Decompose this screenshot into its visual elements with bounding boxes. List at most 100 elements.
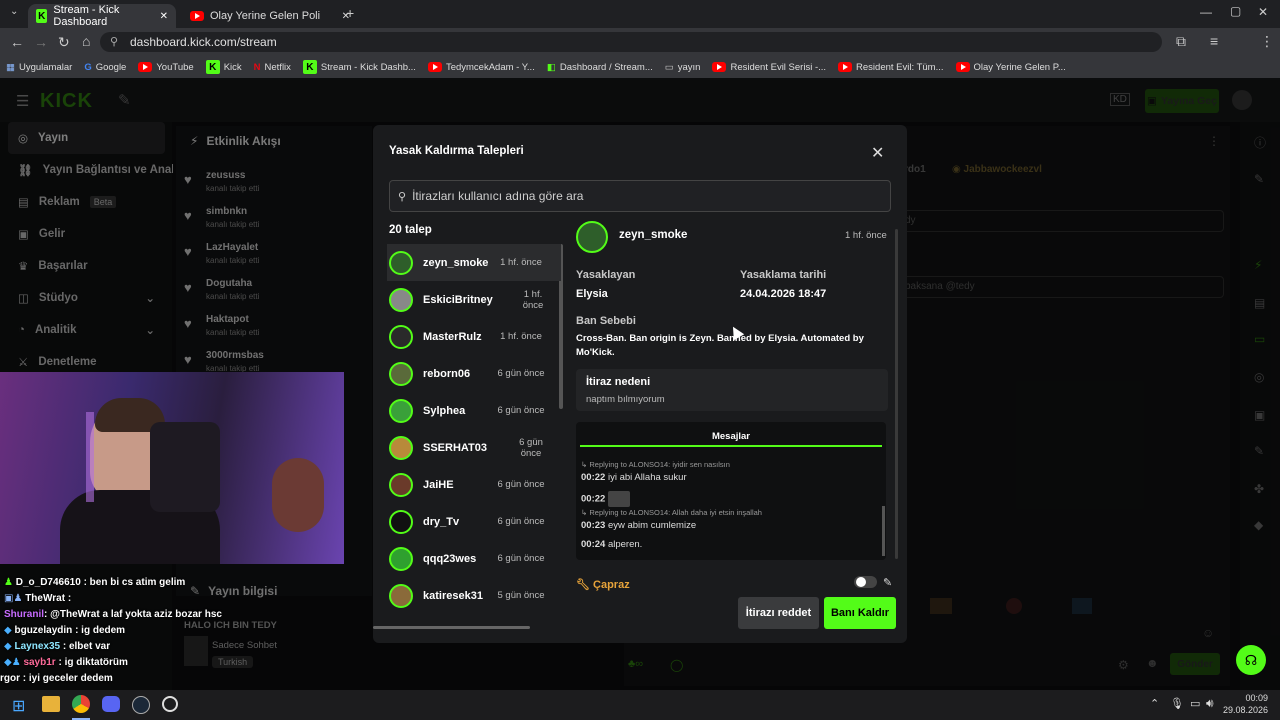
tray-chevron-icon[interactable]: ⌃ [1150, 697, 1159, 710]
bookmark-item[interactable]: G Google [84, 62, 126, 73]
chat-line: ♟ D_o_D746610 : ben bi cs atim gelim [4, 577, 186, 588]
appeal-reason-box: İtiraz nedeni naptım bılmıyorum [576, 369, 888, 411]
detail-scrollbar[interactable] [895, 229, 898, 559]
tab-kick-dashboard[interactable]: K Stream - Kick Dashboard ✕ [28, 4, 176, 28]
chat-line: rgor : iyi geceler dedem [0, 673, 113, 684]
media-icon[interactable]: ≡ [1210, 33, 1218, 49]
emote-image [607, 491, 630, 507]
reply-context: ↳ Replying to ALONSO14: iyidir sen nasıl… [581, 460, 730, 469]
kick-icon: K [36, 9, 48, 23]
detail-time: 1 hf. önce [845, 230, 887, 241]
request-row[interactable]: qqq23wes 6 gün önce [387, 540, 561, 577]
led-light [86, 412, 94, 502]
tab-list-chevron-icon[interactable]: ⌄ [10, 6, 18, 17]
new-tab-plus-icon[interactable]: + [346, 5, 354, 21]
search-input[interactable]: ⚲ İtirazları kullanıcı adına göre ara [389, 180, 891, 212]
volume-icon[interactable]: 🔊︎ [1206, 696, 1214, 711]
page-icon: ◧ [546, 61, 556, 73]
url-text: dashboard.kick.com/stream [130, 35, 277, 49]
request-row[interactable]: MasterRulz 1 hf. önce [387, 318, 561, 355]
chat-line: ▣♟ TheWrat : [4, 593, 72, 604]
microphone-icon[interactable]: 🎙︎ [1170, 697, 1184, 710]
request-row[interactable]: zeyn_smoke 1 hf. önce [387, 244, 561, 281]
chat-line: ◆ bguzelaydin : ig dedem [4, 625, 126, 636]
clock-date[interactable]: 29.08.2026 [1222, 705, 1268, 715]
clock-time[interactable]: 00:09 [1228, 693, 1268, 703]
reload-icon[interactable]: ↻ [58, 34, 70, 51]
request-row[interactable]: EskiciBritney 1 hf. önce [387, 281, 561, 318]
ban-reason-label: Ban Sebebi [576, 315, 636, 327]
avatar [389, 287, 413, 312]
unban-button[interactable]: Banı Kaldır [824, 597, 896, 629]
display-icon[interactable]: ▭ [1190, 697, 1200, 710]
bookmark-item[interactable]: TedymcekAdam - Y... [427, 62, 535, 73]
steam-icon[interactable] [132, 696, 150, 714]
bookmark-item[interactable]: N Netflix [254, 62, 291, 73]
messages-scrollbar[interactable] [882, 506, 885, 556]
youtube-icon [138, 62, 153, 72]
youtube-icon [712, 62, 727, 72]
bookmark-item[interactable]: ◧ Dashboard / Stream... [547, 62, 653, 73]
request-row[interactable]: reborn06 6 gün önce [387, 355, 561, 392]
edit-pencil-icon[interactable]: ✎ [883, 576, 892, 589]
file-explorer-icon[interactable] [42, 696, 60, 712]
bookmark-item[interactable]: ▦ Uygulamalar [6, 62, 72, 73]
reject-appeal-button[interactable]: İtirazı reddet [738, 597, 819, 629]
menu-dots-icon[interactable]: ⋮ [1260, 33, 1274, 50]
user-badge-icon: ♟ [4, 577, 13, 588]
teddy-bear [272, 458, 324, 532]
home-icon[interactable]: ⌂ [82, 33, 90, 49]
user-badge-icon: ◆ [4, 641, 12, 652]
search-icon: ⚲ [398, 190, 407, 203]
chrome-icon[interactable] [72, 695, 90, 713]
banned-by-label: Yasaklayan [576, 269, 636, 281]
request-count: 20 talep [389, 224, 432, 236]
site-info-icon[interactable]: ⚲ [110, 35, 118, 48]
back-icon[interactable]: ← [10, 34, 24, 50]
bookmark-item[interactable]: Resident Evil: Tüm... [838, 62, 944, 73]
bookmark-item[interactable]: YouTube [138, 62, 194, 73]
message-row: 00:24 alperen. [581, 539, 643, 550]
cross-ban-tag: 🔧︎ Çapraz [576, 579, 630, 591]
messages-box: Mesajlar ↳ Replying to ALONSO14: iyidir … [576, 422, 886, 560]
minimize-icon[interactable]: — [1200, 5, 1212, 19]
bookmark-item[interactable]: Resident Evil Serisi -... [712, 62, 826, 73]
kick-icon: K [302, 60, 317, 74]
message-row: 00:22 [581, 491, 630, 507]
close-icon[interactable]: ✕ [871, 143, 884, 163]
request-row[interactable]: JaiHE 6 gün önce [387, 466, 561, 503]
wrench-icon: 🔧︎ [576, 579, 590, 591]
obs-icon[interactable] [162, 696, 178, 712]
messages-tab[interactable]: Mesajlar [576, 431, 886, 442]
appeal-label: İtiraz nedeni [586, 376, 651, 388]
forward-icon[interactable]: → [34, 34, 48, 50]
avatar [389, 361, 413, 386]
discord-icon[interactable] [102, 696, 120, 712]
detail-username: zeyn_smoke [619, 229, 688, 241]
bookmark-item[interactable]: K Kick [205, 60, 242, 74]
youtube-icon [955, 62, 970, 72]
cross-ban-toggle[interactable] [854, 576, 877, 588]
address-bar[interactable]: ⚲ dashboard.kick.com/stream [100, 32, 1162, 52]
request-row[interactable]: Sylphea 6 gün önce [387, 392, 561, 429]
headset-support-icon[interactable]: ☊ [1236, 645, 1266, 675]
request-row[interactable]: SSERHAT03 6 gün önce [387, 429, 561, 466]
bookmark-item[interactable]: Olay Yerine Gelen P... [955, 62, 1066, 73]
request-row[interactable]: katiresek31 5 gün önce [387, 577, 561, 614]
bookmark-item[interactable]: ▭ yayın [665, 62, 701, 73]
maximize-icon[interactable]: ▢ [1230, 4, 1241, 18]
tab-youtube-video[interactable]: Olay Yerine Gelen Polisler Hayal ✕ [182, 4, 358, 28]
user-badge-icon: ▣♟ [4, 593, 23, 604]
close-tab-icon[interactable]: ✕ [160, 11, 168, 22]
close-window-icon[interactable]: ✕ [1258, 5, 1268, 19]
windows-start-icon[interactable]: ⊞ [12, 696, 25, 716]
extensions-icon[interactable]: ⧉ [1176, 33, 1186, 50]
google-icon: G [84, 61, 92, 73]
request-row[interactable]: dry_Tv 6 gün önce [387, 503, 561, 540]
browser-tab-bar: ⌄ K Stream - Kick Dashboard ✕ Olay Yerin… [0, 0, 1280, 28]
bookmark-item[interactable]: K Stream - Kick Dashb... [302, 60, 416, 74]
windows-taskbar: ⊞ ⌃ 🎙︎ ▭ 🔊︎ 00:09 29.08.2026 [0, 690, 1280, 720]
message-row: 00:23 eyw abim cumlemize [581, 520, 697, 531]
horizontal-scrollbar[interactable] [373, 626, 530, 629]
message-row: 00:22 iyi abi Allaha sukur [581, 472, 687, 483]
